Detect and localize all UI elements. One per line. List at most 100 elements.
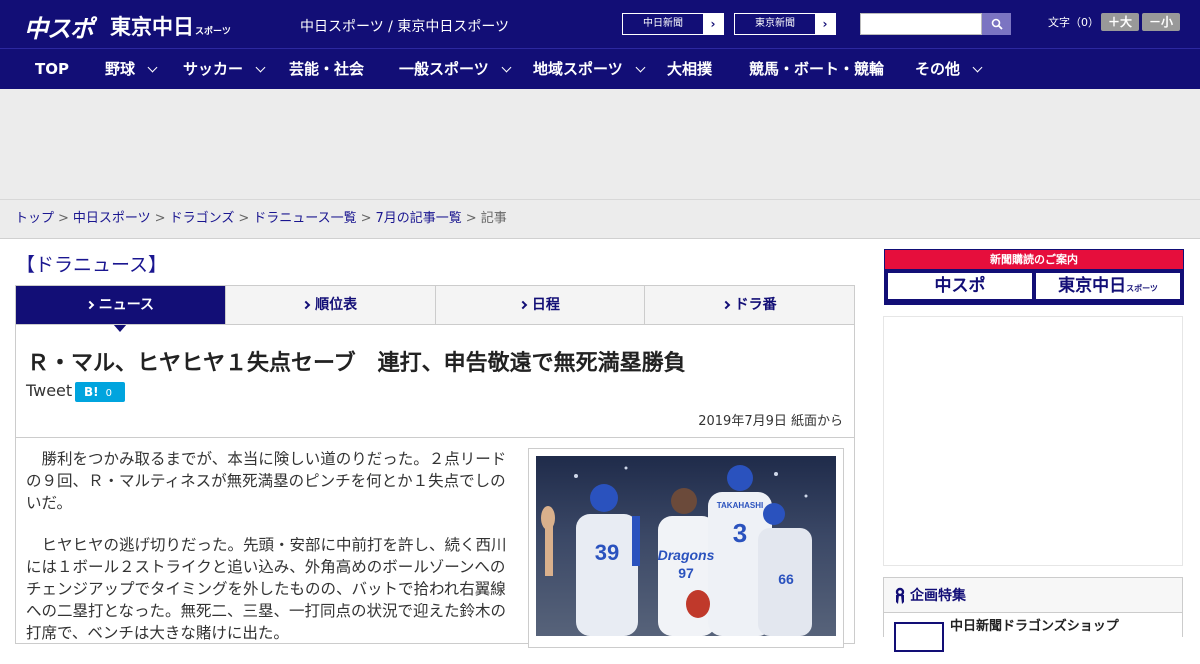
jersey-name: TAKAHASHI (717, 501, 764, 510)
tab-label: 日程 (531, 297, 560, 313)
breadcrumb-separator: > (360, 211, 372, 226)
main-nav: TOP 野球 サッカー 芸能・社会 一般スポーツ 地域スポーツ 大相撲 競馬・ボ… (0, 48, 1200, 89)
breadcrumb-link-top[interactable]: トップ (15, 211, 54, 226)
chevron-right-icon (518, 300, 528, 310)
nav-item-label: その他 (915, 60, 961, 78)
tab-label: ニュース (98, 297, 155, 313)
subscription-logos: 中スポ 東京中日スポーツ (885, 269, 1183, 303)
tokyo-shimbun-link[interactable]: 東京新聞 › (734, 13, 836, 35)
breadcrumb-separator: > (154, 211, 166, 226)
chuspo-subscribe-logo[interactable]: 中スポ (887, 272, 1033, 300)
nav-item-soccer[interactable]: サッカー (183, 49, 266, 90)
special-features-header: 企画特集 (884, 578, 1182, 613)
jersey-number: 39 (595, 540, 619, 565)
tab-schedule[interactable]: 日程 (434, 286, 645, 324)
nav-item-racing[interactable]: 競馬・ボート・競輪 (749, 49, 884, 90)
nav-item-other[interactable]: その他 (915, 49, 983, 90)
section-title: 【ドラニュース】 (16, 254, 168, 276)
nav-item-label: 野球 (105, 60, 136, 78)
breadcrumb-separator: > (238, 211, 250, 226)
nav-item-label: 一般スポーツ (399, 60, 489, 78)
nav-item-label: サッカー (183, 60, 244, 78)
tab-news[interactable]: ニュース (16, 286, 225, 332)
chunichi-shimbun-label: 中日新聞 (643, 18, 683, 29)
news-tabs: ニュース 順位表 日程 ドラ番 (15, 285, 855, 332)
chevron-right-icon: › (815, 14, 835, 34)
article-paragraph: 勝利をつかみ取るまでが、本当に険しい道のりだった。２点リードの９回、Ｒ・マルティ… (26, 450, 507, 512)
breadcrumb-link-july-list[interactable]: 7月の記事一覧 (376, 211, 462, 226)
tokyo-chunichi-logo-small: スポーツ (195, 27, 231, 37)
nav-item-label: TOP (35, 60, 69, 78)
tokyo-chunichi-subscribe-small: スポーツ (1126, 284, 1158, 293)
hatena-count: 0 (105, 388, 112, 399)
breadcrumb-link-dranews-list[interactable]: ドラニュース一覧 (253, 211, 356, 226)
subscription-title: 新聞購読のご案内 (885, 250, 1183, 269)
tab-standings[interactable]: 順位表 (224, 286, 435, 324)
breadcrumb-separator: > (465, 211, 477, 226)
breadcrumb-link-dragons[interactable]: ドラゴンズ (170, 211, 235, 226)
search-button[interactable] (982, 13, 1011, 35)
jersey-number: 3 (733, 518, 747, 548)
tokyo-chunichi-logo[interactable]: 東京中日スポーツ (110, 11, 231, 41)
special-features-title: 企画特集 (910, 588, 966, 604)
special-feature-thumbnail (894, 622, 944, 652)
hatena-label: B! (84, 385, 99, 399)
breadcrumb-separator: > (58, 211, 69, 226)
font-size-label: 文字（0） (1048, 16, 1099, 29)
nav-item-top[interactable]: TOP (35, 49, 69, 90)
nav-item-baseball[interactable]: 野球 (105, 49, 158, 90)
search-icon (991, 18, 1003, 30)
font-smaller-button[interactable]: －小 (1142, 13, 1180, 31)
players-illustration: 39 Dragons 97 TAKAHASHI 3 66 (541, 465, 812, 636)
chevron-right-icon (721, 300, 730, 310)
article-paragraph: ヒヤヒヤの逃げ切りだった。先頭・安部に中前打を許し、続く西川には１ボール２ストラ… (26, 536, 507, 642)
nav-item-local-sports[interactable]: 地域スポーツ (533, 49, 646, 90)
nav-item-general-sports[interactable]: 一般スポーツ (399, 49, 512, 90)
breadcrumb: トップ > 中日スポーツ > ドラゴンズ > ドラニュース一覧 >7月の記事一覧 > 記事 (0, 200, 1200, 239)
font-bigger-button[interactable]: ＋大 (1101, 13, 1139, 31)
article-photo[interactable]: 39 Dragons 97 TAKAHASHI 3 66 (528, 448, 844, 648)
tweet-button[interactable]: Tweet (26, 381, 72, 400)
breadcrumb-current: 記事 (480, 211, 507, 226)
tokyo-chunichi-subscribe-text: 東京中日 (1058, 276, 1127, 296)
site-header: 中スポ 東京中日スポーツ 中日スポーツ / 東京中日スポーツ 中日新聞 › 東京… (0, 0, 1200, 48)
players-photo: 39 Dragons 97 TAKAHASHI 3 66 (536, 456, 836, 636)
chevron-down-icon (972, 62, 983, 73)
chevron-right-icon (301, 300, 311, 310)
nav-item-label: 地域スポーツ (533, 60, 623, 78)
breadcrumb-link-chunichi-sports[interactable]: 中日スポーツ (73, 211, 151, 226)
chunichi-shimbun-link[interactable]: 中日新聞 › (622, 13, 724, 35)
special-feature-item[interactable]: 中日新聞ドラゴンズショップ (884, 613, 1182, 652)
jersey-name: Dragons (658, 547, 715, 563)
tokyo-shimbun-label: 東京新聞 (755, 18, 795, 29)
chevron-down-icon (255, 62, 266, 73)
article-body: 勝利をつかみ取るまでが、本当に険しい道のりだった。２点リードの９回、Ｒ・マルティ… (26, 448, 510, 664)
site-tagline: 中日スポーツ / 東京中日スポーツ (300, 19, 510, 35)
jersey-number: 97 (678, 565, 694, 581)
tokyo-chunichi-logo-text: 東京中日 (110, 15, 194, 39)
hatena-bookmark-button[interactable]: B! 0 (75, 382, 125, 402)
tab-label: 順位表 (315, 297, 358, 313)
chevron-down-icon (501, 62, 512, 73)
nav-item-label: 競馬・ボート・競輪 (749, 60, 885, 78)
special-features-box: 企画特集 中日新聞ドラゴンズショップ (883, 577, 1183, 652)
chevron-down-icon (635, 62, 646, 73)
article-headline: Ｒ・マル、ヒヤヒヤ１失点セーブ 連打、申告敬遠で無死満塁勝負 (27, 351, 686, 376)
search-box (860, 13, 1011, 35)
search-input[interactable] (860, 13, 982, 35)
tab-dora-ban[interactable]: ドラ番 (644, 286, 854, 324)
nav-item-sumo[interactable]: 大相撲 (667, 49, 712, 90)
tab-label: ドラ番 (734, 297, 777, 313)
chuspo-logo[interactable]: 中スポ (24, 9, 94, 44)
nav-item-label: 芸能・社会 (289, 60, 365, 78)
article-date: 2019年7月9日 紙面から (698, 414, 843, 429)
special-feature-label: 中日新聞ドラゴンズショップ (950, 619, 1119, 634)
chevron-down-icon (147, 62, 158, 73)
ribbon-icon (895, 587, 905, 604)
chevron-right-icon (85, 300, 94, 310)
nav-item-entertainment[interactable]: 芸能・社会 (289, 49, 364, 90)
tokyo-chunichi-subscribe-logo[interactable]: 東京中日スポーツ (1035, 272, 1181, 300)
subscription-banner[interactable]: 新聞購読のご案内 中スポ 東京中日スポーツ (884, 249, 1184, 305)
divider (15, 437, 855, 438)
jersey-number: 66 (778, 571, 794, 587)
